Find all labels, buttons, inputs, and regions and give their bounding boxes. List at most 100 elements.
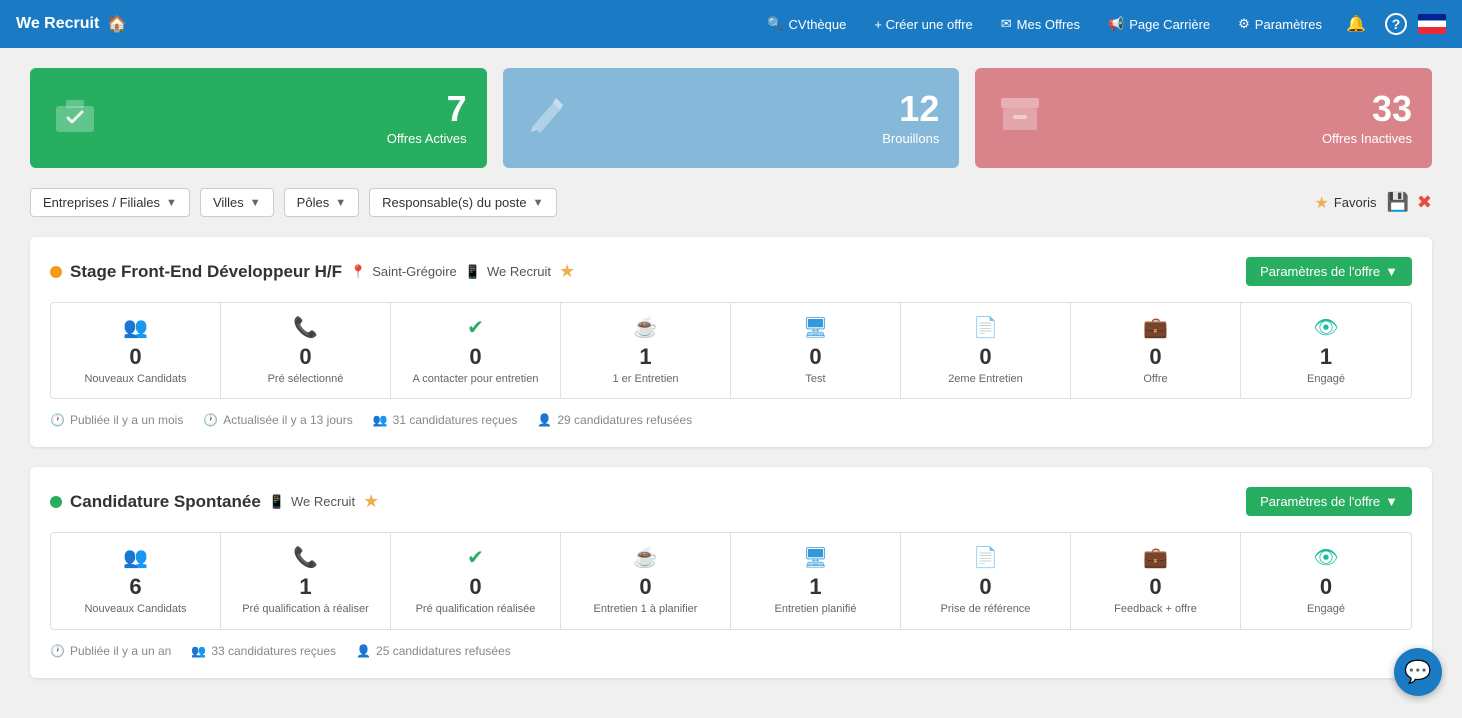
stat-label: 2eme Entretien: [909, 372, 1062, 386]
status-dot: [50, 496, 62, 508]
bell-icon: 🔔: [1346, 14, 1366, 34]
footer-text: Publiée il y a un mois: [70, 413, 183, 427]
inactive-offers-label: Offres Inactives: [1322, 131, 1412, 146]
footer-text: 25 candidatures refusées: [376, 644, 511, 658]
save-filter-icon[interactable]: 💾: [1386, 192, 1408, 213]
nav-parametres[interactable]: ⚙ Paramètres: [1226, 10, 1334, 38]
help-button[interactable]: ?: [1378, 6, 1414, 42]
stat-cell-0[interactable]: 👥 0 Nouveaux Candidats: [51, 303, 221, 398]
stat-number: 0: [399, 574, 552, 600]
stat-label: Entretien planifié: [739, 602, 892, 616]
active-offers-card[interactable]: 7 Offres Actives: [30, 68, 487, 168]
job-star-icon[interactable]: ★: [559, 261, 575, 282]
stat-cell-1[interactable]: 📞 1 Pré qualification à réaliser: [221, 533, 391, 628]
stat-label: Engagé: [1249, 602, 1403, 616]
drafts-text: 12 Brouillons: [882, 91, 939, 146]
stat-number: 0: [909, 574, 1062, 600]
job-card-1: Candidature Spontanée📱 We Recruit★Paramè…: [30, 467, 1432, 677]
stat-cell-2[interactable]: ✔ 0 A contacter pour entretien: [391, 303, 561, 398]
stat-cell-3[interactable]: ☕ 0 Entretien 1 à planifier: [561, 533, 731, 628]
footer-icon: 🕐: [203, 413, 218, 427]
drafts-label: Brouillons: [882, 131, 939, 146]
job-stats-grid: 👥 6 Nouveaux Candidats 📞 1 Pré qualifica…: [50, 532, 1412, 629]
drafts-card[interactable]: 12 Brouillons: [503, 68, 960, 168]
stat-number: 0: [1079, 344, 1232, 370]
job-star-icon[interactable]: ★: [363, 491, 379, 512]
stat-cell-7[interactable]: 👁 0 Engagé: [1241, 533, 1411, 628]
params-btn-label: Paramètres de l'offre: [1260, 264, 1380, 279]
drafts-count: 12: [882, 91, 939, 127]
nav-cvtheque[interactable]: 🔍 CVthèque: [755, 10, 858, 38]
briefcase-icon: [50, 88, 100, 148]
footer-item-0: 🕐Publiée il y a un an: [50, 644, 171, 658]
language-flag[interactable]: [1418, 14, 1446, 34]
stat-cell-6[interactable]: 💼 0 Feedback + offre: [1071, 533, 1241, 628]
stat-icon: ☕: [569, 545, 722, 570]
stat-label: Pré sélectionné: [229, 372, 382, 386]
stat-cell-6[interactable]: 💼 0 Offre: [1071, 303, 1241, 398]
chevron-down-icon: ▼: [1385, 264, 1398, 279]
stat-label: Feedback + offre: [1079, 602, 1232, 616]
nav-mes-offres[interactable]: ✉ Mes Offres: [989, 10, 1092, 38]
stat-number: 0: [909, 344, 1062, 370]
home-icon[interactable]: 🏠: [107, 14, 127, 34]
params-offer-button[interactable]: Paramètres de l'offre ▼: [1246, 487, 1412, 516]
job-title-row: Stage Front-End Développeur H/F📍 Saint-G…: [50, 261, 575, 282]
footer-icon: 🕐: [50, 644, 65, 658]
stat-cell-0[interactable]: 👥 6 Nouveaux Candidats: [51, 533, 221, 628]
nav-create-offer[interactable]: + Créer une offre: [862, 11, 984, 38]
stat-icon: 👁: [1249, 315, 1403, 340]
stat-number: 0: [569, 574, 722, 600]
stat-number: 1: [1249, 344, 1403, 370]
stat-cell-4[interactable]: 🖥 1 Entretien planifié: [731, 533, 901, 628]
stat-cell-3[interactable]: ☕ 1 1 er Entretien: [561, 303, 731, 398]
footer-text: 29 candidatures refusées: [557, 413, 692, 427]
chevron-down-icon: ▼: [250, 197, 261, 209]
stat-cell-4[interactable]: 🖥 0 Test: [731, 303, 901, 398]
footer-icon: 🕐: [50, 413, 65, 427]
job-title-row: Candidature Spontanée📱 We Recruit★: [50, 491, 379, 512]
notification-bell-button[interactable]: 🔔: [1338, 6, 1374, 42]
stat-number: 0: [59, 344, 212, 370]
stat-icon: 📄: [909, 315, 1062, 340]
filter-entreprises[interactable]: Entreprises / Filiales ▼: [30, 188, 190, 217]
stat-cell-2[interactable]: ✔ 0 Pré qualification réalisée: [391, 533, 561, 628]
navbar-brand[interactable]: We Recruit 🏠: [16, 14, 127, 34]
stat-label: Prise de référence: [909, 602, 1062, 616]
job-stats-grid: 👥 0 Nouveaux Candidats 📞 0 Pré sélection…: [50, 302, 1412, 399]
stat-label: Pré qualification réalisée: [399, 602, 552, 616]
job-company: 📱 We Recruit: [269, 494, 355, 510]
inactive-offers-text: 33 Offres Inactives: [1322, 91, 1412, 146]
chat-button[interactable]: 💬: [1394, 648, 1442, 696]
filter-responsable[interactable]: Responsable(s) du poste ▼: [369, 188, 556, 217]
filter-villes[interactable]: Villes ▼: [200, 188, 274, 217]
stat-number: 6: [59, 574, 212, 600]
footer-icon: 👤: [356, 644, 371, 658]
search-icon: 🔍: [767, 16, 783, 32]
job-footer: 🕐Publiée il y a un mois🕐Actualisée il y …: [50, 413, 1412, 427]
stat-icon: 🖥: [739, 315, 892, 340]
stat-cell-5[interactable]: 📄 0 2eme Entretien: [901, 303, 1071, 398]
footer-icon: 👥: [373, 413, 388, 427]
stat-icon: ✔: [399, 315, 552, 340]
main-content: 7 Offres Actives 12 Brouillons: [0, 48, 1462, 718]
stat-label: Nouveaux Candidats: [59, 372, 212, 386]
job-footer: 🕐Publiée il y a un an👥33 candidatures re…: [50, 644, 1412, 658]
filter-favoris[interactable]: ★ Favoris: [1315, 193, 1377, 213]
inactive-offers-card[interactable]: 33 Offres Inactives: [975, 68, 1432, 168]
params-offer-button[interactable]: Paramètres de l'offre ▼: [1246, 257, 1412, 286]
stat-label: A contacter pour entretien: [399, 372, 552, 386]
star-icon: ★: [1315, 193, 1329, 213]
stat-cell-7[interactable]: 👁 1 Engagé: [1241, 303, 1411, 398]
nav-page-carriere[interactable]: 📢 Page Carrière: [1096, 10, 1222, 38]
filters-bar: Entreprises / Filiales ▼ Villes ▼ Pôles …: [30, 188, 1432, 217]
chevron-down-icon: ▼: [533, 197, 544, 209]
megaphone-icon: 📢: [1108, 16, 1124, 32]
stat-cell-1[interactable]: 📞 0 Pré sélectionné: [221, 303, 391, 398]
stat-label: Entretien 1 à planifier: [569, 602, 722, 616]
job-card-header: Stage Front-End Développeur H/F📍 Saint-G…: [50, 257, 1412, 286]
stat-cell-5[interactable]: 📄 0 Prise de référence: [901, 533, 1071, 628]
filter-poles[interactable]: Pôles ▼: [284, 188, 359, 217]
stat-label: Engagé: [1249, 372, 1403, 386]
clear-filter-icon[interactable]: ✖: [1417, 192, 1432, 213]
